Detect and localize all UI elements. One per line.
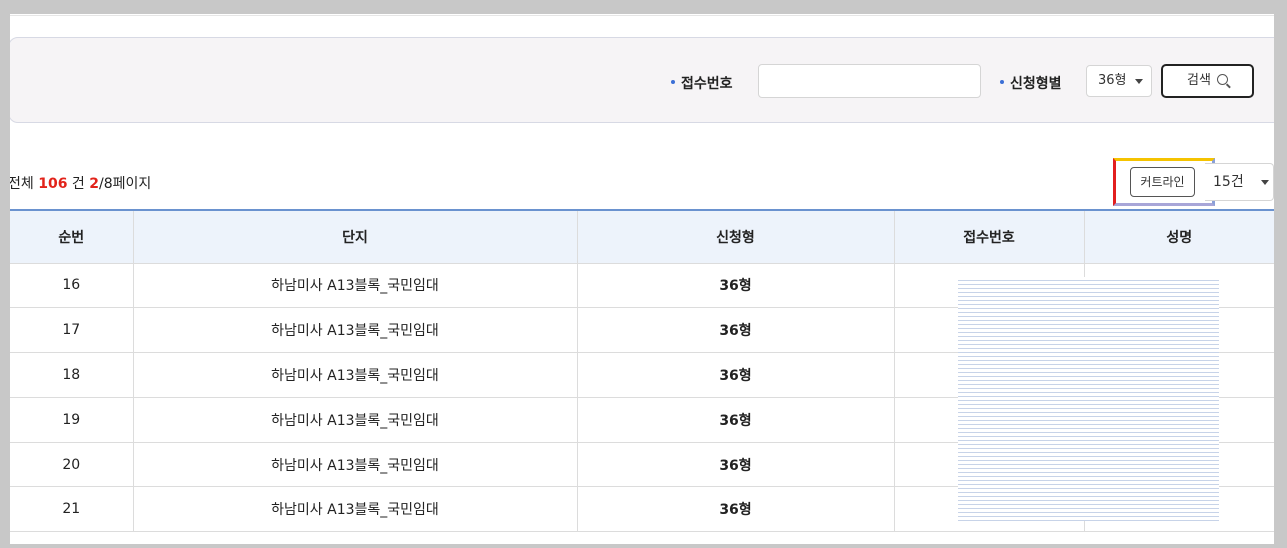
- cell-no: 19: [10, 397, 133, 443]
- cell-no: 18: [10, 352, 133, 398]
- cell-complex: 하남미사 A13블록_국민임대: [132, 352, 577, 398]
- redaction-mask: [958, 277, 1219, 521]
- total-count: 106: [38, 176, 68, 192]
- total-suffix: 건: [67, 176, 90, 192]
- cell-complex: 하남미사 A13블록_국민임대: [132, 263, 577, 309]
- application-type-select[interactable]: 36형: [1086, 65, 1152, 97]
- cell-type: 36형: [576, 307, 894, 354]
- total-prefix: 전체: [10, 176, 39, 192]
- cell-type: 36형: [576, 397, 894, 443]
- application-type-value: 36형: [1098, 73, 1127, 88]
- cell-type: 36형: [576, 486, 894, 533]
- caret-down-icon: [1261, 180, 1269, 185]
- cell-no: 21: [10, 486, 133, 533]
- cell-complex: 하남미사 A13블록_국민임대: [132, 307, 577, 354]
- search-panel: 접수번호 신청형별 36형 검색: [10, 37, 1274, 123]
- page-size-select[interactable]: 15건: [1205, 163, 1274, 201]
- result-summary: 전체 106 건 2/8페이지: [10, 173, 151, 193]
- page-suffix: /8페이지: [98, 176, 152, 192]
- cutline-button-label: 커트라인: [1140, 175, 1185, 189]
- bullet-icon: [671, 80, 675, 84]
- cell-complex: 하남미사 A13블록_국민임대: [132, 397, 577, 443]
- application-type-label: 신청형별: [1000, 73, 1062, 93]
- page-size-value: 15건: [1213, 174, 1244, 190]
- divider: [10, 15, 1274, 16]
- cell-no: 20: [10, 442, 133, 488]
- column-header-type[interactable]: 신청형: [576, 209, 894, 264]
- column-header-no[interactable]: 순번: [10, 209, 133, 264]
- search-button-label: 검색: [1187, 73, 1211, 88]
- cell-type: 36형: [576, 263, 894, 309]
- receipt-number-input[interactable]: [758, 64, 981, 98]
- search-button[interactable]: 검색: [1161, 64, 1254, 98]
- search-icon: [1216, 74, 1228, 85]
- column-header-complex[interactable]: 단지: [132, 209, 577, 264]
- cell-type: 36형: [576, 352, 894, 398]
- column-header-receipt[interactable]: 접수번호: [893, 209, 1084, 264]
- receipt-number-label-text: 접수번호: [681, 76, 733, 92]
- cell-no: 17: [10, 307, 133, 354]
- bullet-icon: [1000, 80, 1004, 84]
- application-type-label-text: 신청형별: [1010, 76, 1062, 92]
- cell-complex: 하남미사 A13블록_국민임대: [132, 442, 577, 488]
- receipt-number-label: 접수번호: [671, 73, 733, 93]
- cell-type: 36형: [576, 442, 894, 488]
- caret-down-icon: [1135, 79, 1143, 84]
- current-page: 2: [89, 176, 99, 192]
- cell-no: 16: [10, 263, 133, 309]
- table-header-row: 순번 단지 신청형 접수번호 성명: [10, 209, 1274, 264]
- cell-complex: 하남미사 A13블록_국민임대: [132, 486, 577, 533]
- cutline-button[interactable]: 커트라인: [1130, 167, 1195, 197]
- page: 접수번호 신청형별 36형 검색 전체 106 건 2/8페이지 커트라인 15…: [10, 14, 1274, 544]
- column-header-name[interactable]: 성명: [1083, 209, 1274, 264]
